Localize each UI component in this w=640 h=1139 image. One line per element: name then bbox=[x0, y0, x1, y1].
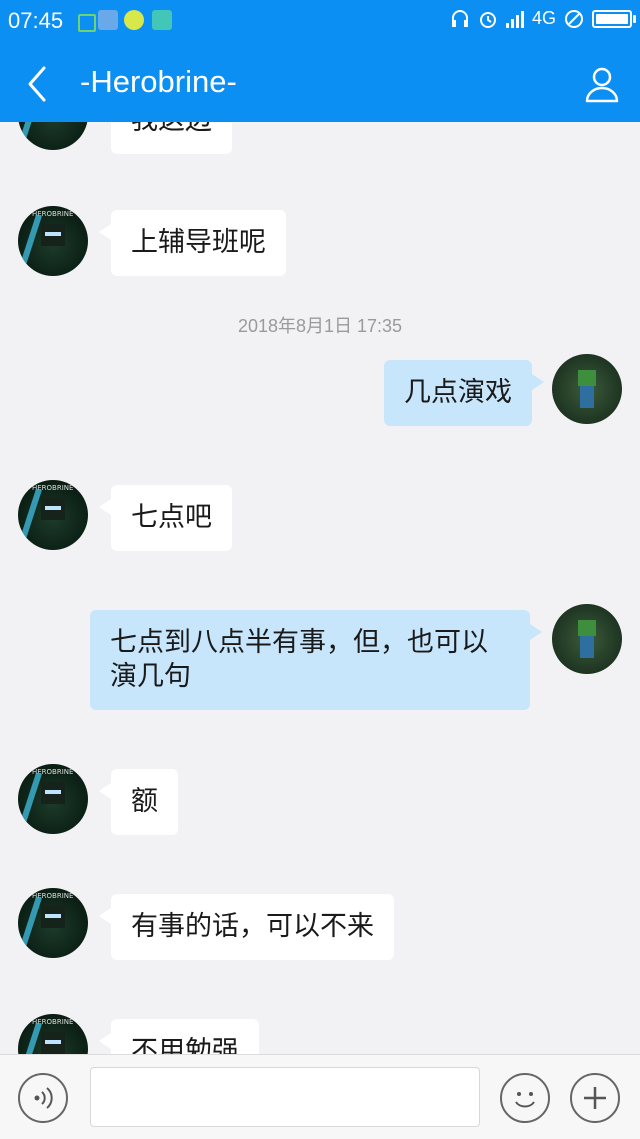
message-bubble-received[interactable]: 我这边 bbox=[111, 122, 232, 154]
nav-bar: -Herobrine- bbox=[0, 46, 640, 122]
status-time: 07:45 bbox=[8, 8, 64, 33]
message-bubble-received[interactable]: 额 bbox=[99, 769, 178, 835]
message-bubble-sent[interactable]: 七点到八点半有事，但，也可以演几句 bbox=[90, 610, 542, 710]
input-bar bbox=[0, 1054, 640, 1139]
plus-icon bbox=[584, 1087, 606, 1109]
signal-icon bbox=[505, 10, 524, 28]
contact-avatar[interactable]: HEROBRINE bbox=[18, 764, 88, 834]
status-bar: 07:45 4G bbox=[0, 0, 640, 46]
emoji-button[interactable] bbox=[500, 1073, 550, 1123]
network-label: 4G bbox=[531, 8, 556, 28]
contact-avatar[interactable]: HEROBRINE bbox=[18, 206, 88, 276]
message-bubble-received[interactable]: 有事的话，可以不来 bbox=[99, 894, 394, 960]
notification-icon bbox=[78, 14, 96, 32]
message-timestamp: 2018年8月1日 17:35 bbox=[237, 316, 403, 336]
message-bubble-sent[interactable]: 几点演戏 bbox=[384, 360, 544, 426]
message-bubble-received[interactable]: 不用勉强 bbox=[99, 1019, 259, 1054]
my-avatar[interactable] bbox=[552, 604, 622, 674]
voice-button[interactable] bbox=[18, 1073, 68, 1123]
do-not-disturb-icon bbox=[565, 9, 583, 28]
chat-area[interactable]: 我这边 HEROBRINE 上辅导班呢 2018年8月1日 17:35 几点演戏… bbox=[0, 122, 640, 1054]
app-notification-icon bbox=[98, 10, 118, 30]
chat-title: -Herobrine- bbox=[80, 64, 237, 99]
profile-icon[interactable] bbox=[582, 64, 622, 104]
contact-avatar[interactable]: HEROBRINE bbox=[18, 480, 88, 550]
message-bubble-received[interactable]: 上辅导班呢 bbox=[99, 210, 286, 276]
alarm-icon bbox=[479, 11, 496, 28]
my-avatar[interactable] bbox=[552, 354, 622, 424]
more-button[interactable] bbox=[570, 1073, 620, 1123]
smiley-icon bbox=[515, 1092, 535, 1108]
message-bubble-received[interactable]: 七点吧 bbox=[99, 485, 232, 551]
contact-avatar[interactable]: HEROBRINE bbox=[18, 888, 88, 958]
contact-avatar[interactable]: HEROBRINE bbox=[18, 1014, 88, 1054]
battery-icon bbox=[592, 9, 636, 28]
scan-notification-icon bbox=[152, 10, 172, 30]
back-icon[interactable] bbox=[20, 64, 60, 104]
status-right: 4G bbox=[450, 8, 636, 29]
voice-icon bbox=[34, 1087, 53, 1109]
wechat-notification-icon bbox=[124, 10, 144, 30]
message-input[interactable] bbox=[90, 1067, 480, 1127]
contact-avatar[interactable] bbox=[18, 122, 88, 150]
headphones-icon bbox=[451, 9, 468, 27]
